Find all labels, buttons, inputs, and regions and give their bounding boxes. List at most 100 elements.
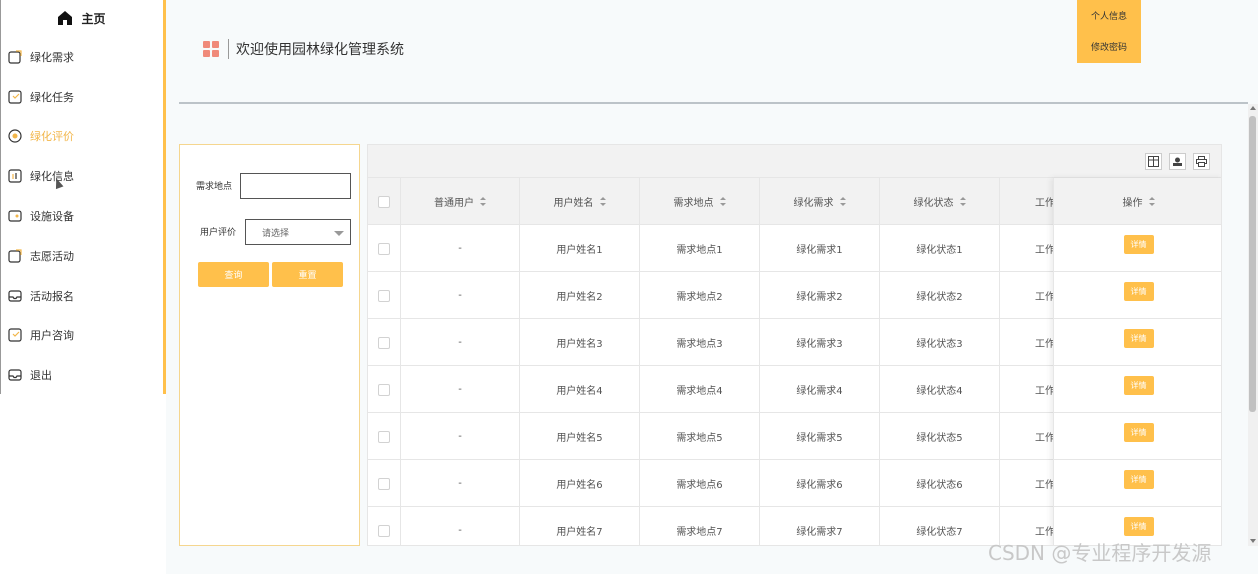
user-info-button[interactable]: 个人信息 xyxy=(1077,0,1141,31)
watermark: CSDN @专业程序开发源 xyxy=(988,541,1212,565)
rating-label: 用户评价 xyxy=(200,228,237,238)
table-cell: 绿化状态3 xyxy=(880,319,1000,366)
table-cell: 绿化状态1 xyxy=(880,225,1000,272)
detail-button[interactable]: 详情 xyxy=(1123,234,1154,254)
chart-icon xyxy=(8,169,22,183)
column-header-2[interactable]: 需求地点 xyxy=(640,178,760,225)
table-cell: 需求地点3 xyxy=(640,319,760,366)
action-cell: 详情 xyxy=(1054,319,1221,366)
page-scrollbar[interactable] xyxy=(1248,104,1258,546)
home-link[interactable]: 主页 xyxy=(0,0,163,36)
sort-icon[interactable] xyxy=(480,197,486,206)
change-password-button[interactable]: 修改密码 xyxy=(1077,31,1141,62)
reset-button[interactable]: 重置 xyxy=(272,262,343,287)
row-select-cell xyxy=(368,366,401,413)
data-table: 普通用户 用户姓名 需求地点 绿化需求 绿化状态 工作 - 用户姓名1 需求地点1 绿化需求1 绿… xyxy=(367,144,1222,546)
sidebar-item-1[interactable]: 绿化任务 xyxy=(0,77,163,117)
table-cell: 用户姓名4 xyxy=(520,366,640,413)
sidebar-item-label: 绿化任务 xyxy=(30,90,74,104)
scroll-up-icon[interactable] xyxy=(1250,106,1256,110)
sidebar-item-6[interactable]: 活动报名 xyxy=(0,276,163,316)
row-checkbox[interactable] xyxy=(378,242,390,255)
detail-button[interactable]: 详情 xyxy=(1123,469,1154,489)
export-icon[interactable] xyxy=(1169,153,1186,170)
table-cell: - xyxy=(401,319,520,366)
action-cell: 详情 xyxy=(1054,225,1221,272)
detail-button[interactable]: 详情 xyxy=(1123,516,1154,536)
row-checkbox[interactable] xyxy=(378,336,390,349)
row-checkbox[interactable] xyxy=(378,430,390,443)
location-label: 需求地点 xyxy=(196,182,233,192)
sidebar-item-8[interactable]: 退出 xyxy=(0,355,163,395)
sidebar-item-label: 退出 xyxy=(30,369,52,383)
location-input[interactable] xyxy=(240,173,351,199)
column-header-label: 工作 xyxy=(1035,198,1055,209)
table-cell: - xyxy=(401,272,520,319)
table-cell: - xyxy=(401,460,520,507)
header-divider xyxy=(179,102,1248,104)
select-all-cell xyxy=(368,178,401,225)
table-cell: 绿化需求4 xyxy=(760,366,880,413)
page-title: 欢迎使用园林绿化管理系统 xyxy=(236,42,404,58)
scrollbar-thumb[interactable] xyxy=(1249,116,1256,412)
table-cell: 绿化需求3 xyxy=(760,319,880,366)
column-header-0[interactable]: 普通用户 xyxy=(401,178,520,225)
table-cell: 用户姓名7 xyxy=(520,507,640,545)
row-checkbox[interactable] xyxy=(378,524,390,537)
columns-icon[interactable] xyxy=(1145,153,1162,170)
detail-button[interactable]: 详情 xyxy=(1123,422,1154,442)
row-select-cell xyxy=(368,413,401,460)
row-select-cell xyxy=(368,319,401,366)
sort-icon[interactable] xyxy=(599,197,606,206)
rating-select[interactable]: 请选择 xyxy=(245,219,351,245)
sidebar-item-3[interactable]: 绿化信息 xyxy=(0,156,163,196)
detail-button[interactable]: 详情 xyxy=(1123,281,1154,301)
column-header-4[interactable]: 绿化状态 xyxy=(880,178,1000,225)
scroll-down-icon[interactable] xyxy=(1250,539,1256,543)
select-all-checkbox[interactable] xyxy=(378,195,390,208)
row-checkbox[interactable] xyxy=(378,477,390,490)
print-icon[interactable] xyxy=(1193,153,1210,170)
detail-button[interactable]: 详情 xyxy=(1123,375,1154,395)
sidebar-item-2[interactable]: 绿化评价 xyxy=(0,117,163,157)
column-header-label: 绿化需求 xyxy=(793,198,834,209)
sidebar: 主页 绿化需求绿化任务绿化评价绿化信息设施设备志愿活动 活动报名 用户咨询退出 xyxy=(0,0,166,394)
sidebar-menu: 绿化需求绿化任务绿化评价绿化信息设施设备志愿活动 活动报名 用户咨询退出 xyxy=(0,37,163,395)
column-header-1[interactable]: 用户姓名 xyxy=(520,178,640,225)
header: 欢迎使用园林绿化管理系统 xyxy=(203,38,404,60)
sort-icon[interactable] xyxy=(719,197,726,206)
app-root: 主页 绿化需求 绿化任务 绿化评价 绿化信息 设施设备 志愿活动 活动报名 用户咨询 退出 欢迎… xyxy=(0,0,1258,574)
inbox-icon xyxy=(8,368,22,382)
action-header: 操作 xyxy=(1054,178,1221,225)
search-panel: 需求地点 用户评价 请选择 查询 重置 xyxy=(179,144,360,546)
table-cell: - xyxy=(401,413,520,460)
sidebar-item-0[interactable]: 绿化需求 xyxy=(0,37,163,77)
column-header-3[interactable]: 绿化需求 xyxy=(760,178,880,225)
detail-button[interactable]: 详情 xyxy=(1123,328,1154,348)
column-header-label: 普通用户 xyxy=(434,198,474,209)
table-cell: 绿化状态2 xyxy=(880,272,1000,319)
row-select-cell xyxy=(368,272,401,319)
row-select-cell xyxy=(368,507,401,545)
sort-icon[interactable] xyxy=(839,197,846,206)
row-checkbox[interactable] xyxy=(378,383,390,396)
query-button[interactable]: 查询 xyxy=(198,262,269,287)
row-select-cell xyxy=(368,225,401,272)
edit-icon xyxy=(8,50,22,64)
sort-icon[interactable] xyxy=(1148,196,1155,206)
sidebar-item-5[interactable]: 志愿活动 xyxy=(0,236,163,276)
table-cell: 绿化状态6 xyxy=(880,460,1000,507)
column-header-label: 需求地点 xyxy=(673,198,714,209)
sidebar-item-label: 绿化信息 xyxy=(30,170,74,184)
sidebar-item-4[interactable]: 设施设备 xyxy=(0,196,163,236)
sidebar-item-7[interactable]: 用户咨询 xyxy=(0,316,163,356)
inbox-icon xyxy=(8,289,22,303)
action-cell: 详情 xyxy=(1054,413,1221,460)
table-cell: - xyxy=(401,366,520,413)
table-cell: 绿化需求7 xyxy=(760,507,880,545)
row-checkbox[interactable] xyxy=(378,289,390,302)
edit-icon xyxy=(8,249,22,263)
sort-icon[interactable] xyxy=(959,197,966,206)
sidebar-item-label: 设施设备 xyxy=(30,210,74,224)
table-cell: 用户姓名2 xyxy=(520,272,640,319)
